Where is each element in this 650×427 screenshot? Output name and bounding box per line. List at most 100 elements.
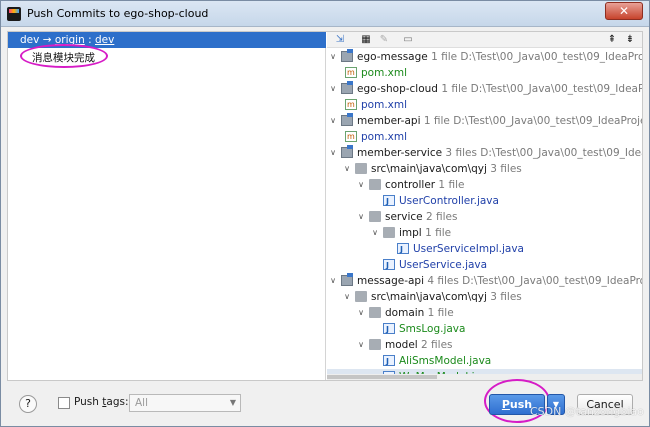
tree-file-row[interactable]: UserController.java (327, 193, 642, 210)
push-rest: ush (509, 398, 533, 411)
tree-item-label: domain 1 file (385, 305, 454, 321)
tree-item-label: UserService.java (399, 257, 487, 273)
maven-file-icon (345, 97, 357, 113)
tree-item-name: UserController.java (399, 195, 499, 207)
tree-folder-row[interactable]: ∨ domain 1 file (327, 305, 642, 321)
module-icon (341, 273, 353, 286)
tree-item-name: impl (399, 227, 422, 239)
expand-arrow-icon[interactable]: ∨ (343, 161, 351, 177)
help-button[interactable]: ? (19, 395, 37, 413)
tree-item-name: controller (385, 179, 436, 191)
tags-select-value: All (135, 397, 149, 409)
tree-module-row[interactable]: ∨ ego-shop-cloud 1 file D:\Test\00_Java\0… (327, 81, 642, 97)
tree-item-name: SmsLog.java (399, 323, 466, 335)
tree-item-label: pom.xml (361, 65, 407, 81)
tree-item-label: src\main\java\com\qyj 3 files (371, 161, 522, 177)
scroll-thumb[interactable] (327, 375, 437, 379)
tree-file-row[interactable]: pom.xml (327, 97, 642, 113)
tree-module-row[interactable]: ∨ message-api 4 files D:\Test\00_Java\00_… (327, 273, 642, 289)
local-branch: dev (20, 34, 40, 46)
tree-item-name: ego-shop-cloud (357, 83, 438, 95)
tree-folder-row[interactable]: ∨ impl 1 file (327, 225, 642, 241)
file-count: 1 file (435, 179, 465, 191)
tree-folder-row[interactable]: ∨ model 2 files (327, 337, 642, 353)
dialog-footer: ? Push tags: All ▼ Push ▼ Cancel CSDN @t… (1, 379, 649, 427)
tree-item-label: impl 1 file (399, 225, 451, 241)
tree-item-label: UserServiceImpl.java (413, 241, 524, 257)
tree-file-row[interactable]: SmsLog.java (327, 321, 642, 338)
file-count: 2 files (417, 339, 453, 351)
expand-arrow-icon[interactable]: ∨ (357, 337, 365, 353)
expand-arrow-icon[interactable]: ∨ (357, 305, 365, 321)
diff-icon[interactable]: ▭ (401, 33, 415, 47)
collapse-all-icon[interactable]: ⇟ (623, 33, 637, 47)
tree-item-label: SmsLog.java (399, 321, 465, 337)
tree-item-label: pom.xml (361, 129, 407, 145)
tree-folder-row[interactable]: ∨ service 2 files (327, 209, 642, 225)
tree-item-name: ego-message (357, 51, 428, 63)
push-commits-window: Push Commits to ego-shop-cloud ✕ dev → o… (0, 0, 650, 427)
tree-folder-row[interactable]: ∨ controller 1 file (327, 177, 642, 193)
tree-file-row[interactable]: UserServiceImpl.java (327, 241, 642, 258)
java-file-icon (397, 242, 409, 258)
folder-icon (355, 163, 367, 174)
expand-arrow-icon[interactable]: ∨ (357, 177, 365, 193)
expand-arrow-icon[interactable]: ∨ (329, 81, 337, 97)
close-button[interactable]: ✕ (605, 2, 643, 20)
file-count: 1 file (427, 51, 458, 63)
expand-arrow-icon[interactable]: ∨ (329, 49, 337, 65)
expand-arrow-icon[interactable]: ∨ (357, 209, 365, 225)
expand-arrow-icon[interactable]: ∨ (329, 113, 337, 129)
file-count: 1 file (424, 307, 454, 319)
expand-arrow-icon[interactable]: ∨ (329, 273, 337, 289)
tree-item-name: src\main\java\com\qyj (371, 291, 487, 303)
tree-item-name: model (385, 339, 418, 351)
file-count: 3 files (486, 291, 522, 303)
java-file-icon (383, 322, 395, 338)
expand-arrow-icon[interactable]: ∨ (343, 289, 351, 305)
tree-module-row[interactable]: ∨ ego-message 1 file D:\Test\00_Java\00_t… (327, 49, 642, 65)
tree-item-name: domain (385, 307, 425, 319)
tree-file-row[interactable]: pom.xml (327, 65, 642, 81)
module-path: D:\Test\00_Java\00_test\09_IdeaProjects (470, 83, 642, 95)
tree-file-row[interactable]: pom.xml (327, 129, 642, 145)
java-file-icon (383, 194, 395, 210)
push-tags-checkbox[interactable] (58, 397, 70, 409)
tree-module-row[interactable]: ∨ member-api 1 file D:\Test\00_Java\00_te… (327, 113, 642, 129)
push-mnemonic: P (501, 398, 510, 411)
pin-icon[interactable]: ⇲ (333, 33, 347, 47)
annotation-circle (20, 44, 108, 68)
folder-icon (369, 339, 381, 350)
tree-module-row[interactable]: ∨ member-service 3 files D:\Test\00_Java\… (327, 145, 642, 161)
module-path: D:\Test\00_Java\00_test\09_IdeaProjects\ (462, 275, 642, 287)
tree-file-row[interactable]: AliSmsModel.java (327, 353, 642, 370)
maven-file-icon (345, 65, 357, 81)
tree-folder-row[interactable]: ∨ src\main\java\com\qyj 3 files (327, 161, 642, 177)
tags-select[interactable]: All ▼ (129, 394, 241, 412)
tree-item-label: service 2 files (385, 209, 457, 225)
remote-branch-link[interactable]: dev (95, 34, 114, 46)
horizontal-scrollbar[interactable] (327, 374, 642, 380)
expand-arrow-icon[interactable]: ∨ (329, 145, 337, 161)
push-tags-prefix: Push (74, 396, 103, 408)
module-path: D:\Test\00_Java\00_test\09_IdeaProjects\ (460, 51, 642, 63)
tree-item-name: service (385, 211, 423, 223)
tree-folder-row[interactable]: ∨ src\main\java\com\qyj 3 files (327, 289, 642, 305)
expand-all-icon[interactable]: ⇞ (605, 33, 619, 47)
edit-icon[interactable]: ✎ (377, 33, 391, 47)
tree-item-label: src\main\java\com\qyj 3 files (371, 289, 522, 305)
separator: : (88, 34, 92, 46)
tree-item-label: pom.xml (361, 97, 407, 113)
tree-item-name: src\main\java\com\qyj (371, 163, 487, 175)
tree-item-name: pom.xml (361, 99, 408, 111)
tree-item-name: AliSmsModel.java (399, 355, 492, 367)
module-path: D:\Test\00_Java\00_test\09_IdeaProjects (480, 147, 642, 159)
tree-file-row[interactable]: UserService.java (327, 257, 642, 274)
module-icon (341, 49, 353, 62)
expand-arrow-icon[interactable]: ∨ (371, 225, 379, 241)
tree-item-label: message-api 4 files D:\Test\00_Java\00_t… (357, 273, 642, 289)
tree-item-label: UserController.java (399, 193, 499, 209)
group-by-icon[interactable]: ▦ (359, 33, 373, 47)
module-icon (341, 113, 353, 126)
main-content: dev → origin : dev 消息模块完成 ⇲ ▦ ✎ ▭ ⇞ ⇟ ∨ e… (7, 31, 643, 381)
